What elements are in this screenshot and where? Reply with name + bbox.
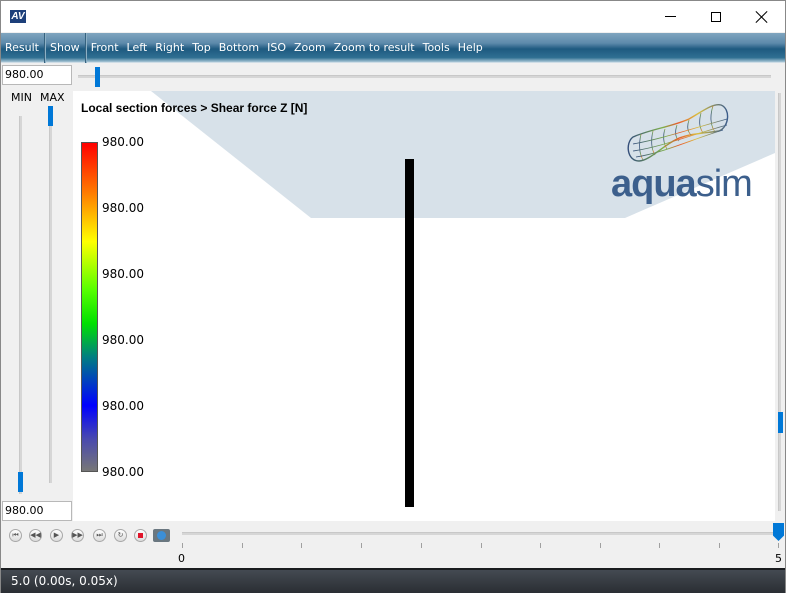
menu-tools[interactable]: Tools: [419, 33, 454, 63]
play-icon: ▶: [53, 531, 60, 539]
menu-right[interactable]: Right: [151, 33, 188, 63]
timeline-thumb[interactable]: [773, 523, 784, 541]
timeline-tick: [719, 543, 720, 548]
last-icon: ⏭: [96, 531, 103, 539]
logo-text-bold: aqua: [611, 163, 697, 205]
legend-label: 980.00: [102, 135, 144, 149]
status-bar: 5.0 (0.00s, 0.05x): [1, 568, 785, 593]
app-window: AV Result Show Front Left Right Top Bott…: [0, 0, 786, 593]
timeline-tick: [600, 543, 601, 548]
fast-forward-button[interactable]: ▶▶: [71, 529, 84, 542]
timeline-tick: [778, 543, 779, 548]
rewind-button[interactable]: ◀◀: [29, 529, 42, 542]
last-frame-button[interactable]: ⏭: [93, 529, 106, 542]
timeline-tick: [242, 543, 243, 548]
logo-text: aquasim: [611, 163, 753, 205]
loop-icon: ↻: [117, 531, 124, 539]
min-slider-track[interactable]: [19, 116, 22, 494]
min-slider-thumb[interactable]: [18, 472, 23, 492]
menu-bottom[interactable]: Bottom: [215, 33, 263, 63]
menu-iso[interactable]: ISO: [263, 33, 290, 63]
legend-label: 980.00: [102, 267, 144, 281]
result-title: Local section forces > Shear force Z [N]: [81, 101, 308, 115]
timeline-tick: [540, 543, 541, 548]
menubar: Result Show Front Left Right Top Bottom …: [1, 32, 785, 63]
play-button[interactable]: ▶: [50, 529, 63, 542]
max-slider-track[interactable]: [49, 109, 52, 483]
max-label: MAX: [40, 91, 65, 104]
menu-zoom[interactable]: Zoom: [290, 33, 330, 63]
timeline-tick: [182, 543, 183, 548]
logo-text-light: sim: [695, 163, 753, 205]
3d-viewport[interactable]: Local section forces > Shear force Z [N]…: [73, 91, 775, 521]
legend-label: 980.00: [102, 201, 144, 215]
legend-label: 980.00: [102, 333, 144, 347]
menu-zoom-to-result[interactable]: Zoom to result: [330, 33, 419, 63]
aquasim-logo: aquasim: [611, 99, 753, 209]
fast-forward-icon: ▶▶: [72, 531, 83, 539]
min-label: MIN: [11, 91, 32, 104]
timeline-end-label: 5: [775, 552, 782, 565]
menu-front[interactable]: Front: [87, 33, 123, 63]
minimize-icon: [664, 16, 676, 17]
menu-help[interactable]: Help: [454, 33, 487, 63]
vertical-scale-slider-track[interactable]: [778, 93, 781, 511]
timeline-tick: [481, 543, 482, 548]
timeline-track[interactable]: [182, 532, 777, 535]
legend-label: 980.00: [102, 399, 144, 413]
legend-label: 980.00: [102, 465, 144, 479]
menu-separator: [84, 32, 86, 63]
timeline-tick: [301, 543, 302, 548]
first-frame-button[interactable]: ⏮: [9, 529, 22, 542]
timeline-tick: [361, 543, 362, 548]
min-value-input[interactable]: 980.00: [2, 501, 72, 521]
close-icon: [756, 11, 768, 23]
status-text: 5.0 (0.00s, 0.05x): [11, 574, 118, 588]
title-bar: AV: [1, 1, 785, 32]
camera-icon[interactable]: [153, 529, 170, 542]
menu-separator: [44, 32, 45, 63]
horizontal-range-slider-thumb[interactable]: [95, 67, 100, 87]
menu-top[interactable]: Top: [188, 33, 215, 63]
max-value-input[interactable]: 980.00: [2, 65, 72, 85]
menu-left[interactable]: Left: [123, 33, 152, 63]
timeline-start-label: 0: [178, 552, 185, 565]
horizontal-range-slider-track[interactable]: [78, 75, 771, 78]
beam-element[interactable]: [405, 159, 414, 507]
max-slider-thumb[interactable]: [48, 106, 53, 126]
vertical-scale-slider-thumb[interactable]: [778, 412, 783, 433]
timeline-tick: [659, 543, 660, 548]
animation-player: ⏮ ◀◀ ▶ ▶▶ ⏭ ↻ 0 5: [1, 523, 785, 567]
close-button[interactable]: [739, 1, 785, 32]
app-icon: AV: [10, 10, 26, 23]
first-icon: ⏮: [12, 531, 19, 539]
menu-result[interactable]: Result: [1, 33, 43, 63]
maximize-button[interactable]: [693, 1, 739, 32]
record-icon: [138, 533, 143, 538]
maximize-icon: [711, 11, 721, 22]
menu-show[interactable]: Show: [46, 33, 84, 63]
loop-button[interactable]: ↻: [114, 529, 127, 542]
record-button[interactable]: [134, 529, 147, 542]
color-legend-bar: [81, 142, 98, 472]
rewind-icon: ◀◀: [30, 531, 41, 539]
timeline-tick: [421, 543, 422, 548]
minimize-button[interactable]: [647, 1, 693, 32]
logo-mesh-icon: [627, 104, 729, 162]
